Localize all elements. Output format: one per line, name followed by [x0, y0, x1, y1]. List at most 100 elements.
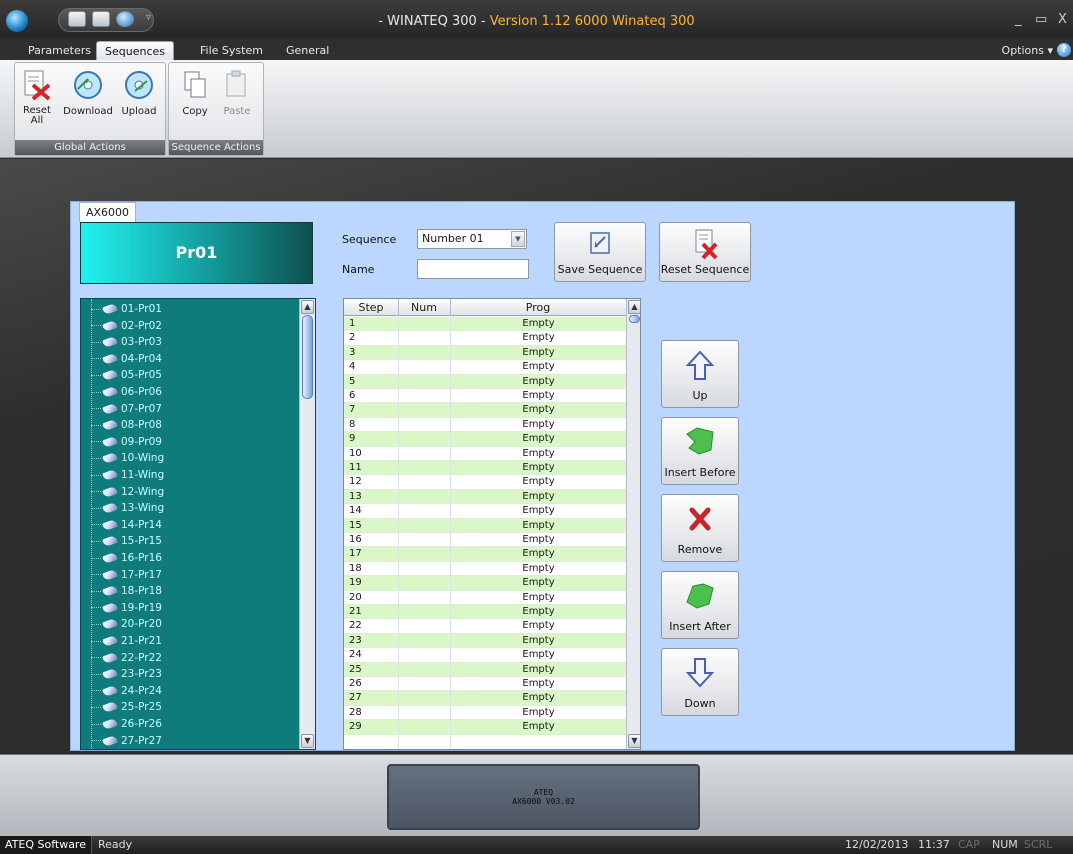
prog-cell: Empty	[522, 577, 555, 589]
table-row[interactable]: 4 Empty	[344, 360, 626, 375]
device-tab[interactable]: AX6000	[79, 202, 137, 222]
tab-sequences[interactable]: Sequences	[96, 41, 174, 60]
close-button[interactable]: X	[1058, 12, 1067, 27]
tree-item[interactable]: 24-Pr24	[91, 684, 162, 700]
program-tree[interactable]: 01-Pr01 02-Pr02 03-Pr03 04-Pr04 05-Pr05 06-Pr…	[80, 298, 316, 750]
download-button[interactable]: Download	[63, 69, 113, 117]
down-button[interactable]: Down	[661, 648, 739, 716]
table-row[interactable]: 22 Empty	[344, 619, 626, 634]
insert-after-button[interactable]: Insert After	[661, 571, 739, 639]
column-prog[interactable]: Prog	[450, 301, 626, 314]
tree-connector	[91, 657, 101, 659]
tree-item[interactable]: 08-Pr08	[91, 419, 162, 434]
column-step[interactable]: Step	[344, 301, 398, 314]
tree-item[interactable]: 04-Pr04	[91, 352, 162, 368]
table-row[interactable]: 12 Empty	[344, 475, 626, 490]
tree-item[interactable]: 27-Pr27	[91, 734, 162, 749]
chevron-down-icon[interactable]: ▼	[511, 231, 525, 247]
grid-scroll-up-icon[interactable]: ▲	[628, 300, 640, 314]
tree-item[interactable]: 17-Pr17	[91, 568, 162, 584]
table-row[interactable]: 16 Empty	[344, 533, 626, 548]
paste-button[interactable]: Paste	[219, 69, 255, 117]
tree-item[interactable]: 03-Pr03	[91, 336, 162, 351]
table-row[interactable]: 1 Empty	[344, 317, 626, 332]
grid-scroll-down-icon[interactable]: ▼	[628, 734, 640, 748]
tree-item[interactable]: 23-Pr23	[91, 668, 162, 683]
table-row[interactable]: 11 Empty	[344, 461, 626, 476]
table-row[interactable]: 14 Empty	[344, 504, 626, 519]
tab-general[interactable]: General	[278, 41, 337, 60]
tree-item[interactable]: 14-Pr14	[91, 518, 162, 534]
table-row[interactable]: 23 Empty	[344, 633, 626, 649]
tree-item[interactable]: 16-Pr16	[91, 551, 162, 567]
table-row[interactable]: 26 Empty	[344, 677, 626, 692]
tree-item[interactable]: 02-Pr02	[91, 319, 162, 335]
table-row[interactable]: 29 Empty	[344, 720, 626, 735]
tree-scrollbar[interactable]: ▲ ▼	[299, 299, 315, 749]
help-icon[interactable]: ?	[1057, 43, 1071, 57]
tree-item[interactable]: 18-Pr18	[91, 585, 162, 600]
table-row[interactable]: 20 Empty	[344, 590, 626, 605]
tree-item[interactable]: 25-Pr25	[91, 701, 162, 716]
insert-before-button[interactable]: Insert Before	[661, 417, 739, 485]
table-row[interactable]: 7 Empty	[344, 403, 626, 418]
tree-item[interactable]: 20-Pr20	[91, 618, 162, 633]
table-row[interactable]: 10 Empty	[344, 446, 626, 461]
tree-item[interactable]: 01-Pr01	[91, 302, 162, 318]
tree-connector	[91, 623, 101, 625]
tree-item[interactable]: 06-Pr06	[91, 385, 162, 401]
column-num[interactable]: Num	[398, 301, 450, 314]
maximize-button[interactable]: ▭	[1035, 12, 1047, 27]
tree-item[interactable]: 12-Wing	[91, 485, 164, 501]
options-menu[interactable]: Options ▾	[1002, 44, 1053, 57]
tree-item[interactable]: 21-Pr21	[91, 634, 162, 650]
tree-item[interactable]: 19-Pr19	[91, 601, 162, 617]
grid-scrollbar[interactable]: ▲ ▼	[626, 299, 640, 749]
name-field[interactable]	[417, 259, 529, 279]
table-row[interactable]: 5 Empty	[344, 374, 626, 389]
tree-item[interactable]: 22-Pr22	[91, 651, 162, 667]
grid-scroll-thumb[interactable]	[629, 315, 640, 323]
tree-item[interactable]: 15-Pr15	[91, 535, 162, 550]
remove-button[interactable]: Remove	[661, 494, 739, 562]
tree-item[interactable]: 13-Wing	[91, 502, 164, 517]
tree-item[interactable]: 26-Pr26	[91, 717, 162, 733]
table-row[interactable]: 24 Empty	[344, 648, 626, 663]
table-row[interactable]: 2 Empty	[344, 331, 626, 346]
save-sequence-icon	[590, 232, 610, 254]
tree-scroll-thumb[interactable]	[302, 315, 313, 399]
sequence-grid[interactable]: Step Num Prog 1 Empty 2 Empty 3 Empty 4 Empty 5 E…	[343, 298, 641, 750]
tree-item[interactable]: 07-Pr07	[91, 402, 162, 418]
table-row[interactable]: 18 Empty	[344, 561, 626, 577]
copy-button[interactable]: Copy	[177, 69, 213, 117]
tab-file-system[interactable]: File System	[192, 41, 271, 60]
reset-sequence-button[interactable]: Reset Sequence	[659, 222, 751, 282]
tree-scroll-up-icon[interactable]: ▲	[301, 300, 314, 314]
tree-item[interactable]: 11-Wing	[91, 468, 164, 484]
table-row[interactable]: 21 Empty	[344, 605, 626, 620]
tree-item[interactable]: 09-Pr09	[91, 435, 162, 451]
tree-item[interactable]: 10-Wing	[91, 452, 164, 467]
table-row[interactable]: 8 Empty	[344, 417, 626, 433]
table-row[interactable]: 13 Empty	[344, 489, 626, 505]
minimize-button[interactable]: _	[1015, 12, 1022, 27]
prog-cell: Empty	[522, 721, 555, 733]
table-row[interactable]: 28 Empty	[344, 705, 626, 721]
table-row[interactable]: 3 Empty	[344, 345, 626, 361]
table-row[interactable]: 27 Empty	[344, 691, 626, 706]
tree-item[interactable]: 05-Pr05	[91, 369, 162, 384]
tree-scroll-down-icon[interactable]: ▼	[301, 734, 314, 748]
reset-all-button[interactable]: Reset All	[19, 69, 55, 126]
table-row[interactable]: 17 Empty	[344, 547, 626, 562]
sequence-select[interactable]: Number 01 ▼	[417, 229, 527, 249]
up-button[interactable]: Up	[661, 340, 739, 408]
prog-cell: Empty	[522, 692, 555, 704]
table-row[interactable]: 15 Empty	[344, 518, 626, 533]
tab-parameters[interactable]: Parameters	[20, 41, 99, 60]
table-row[interactable]: 25 Empty	[344, 662, 626, 677]
table-row[interactable]: 19 Empty	[344, 576, 626, 591]
save-sequence-button[interactable]: Save Sequence	[554, 222, 646, 282]
table-row[interactable]: 6 Empty	[344, 389, 626, 404]
upload-button[interactable]: Upload	[119, 69, 159, 117]
table-row[interactable]: 9 Empty	[344, 432, 626, 447]
